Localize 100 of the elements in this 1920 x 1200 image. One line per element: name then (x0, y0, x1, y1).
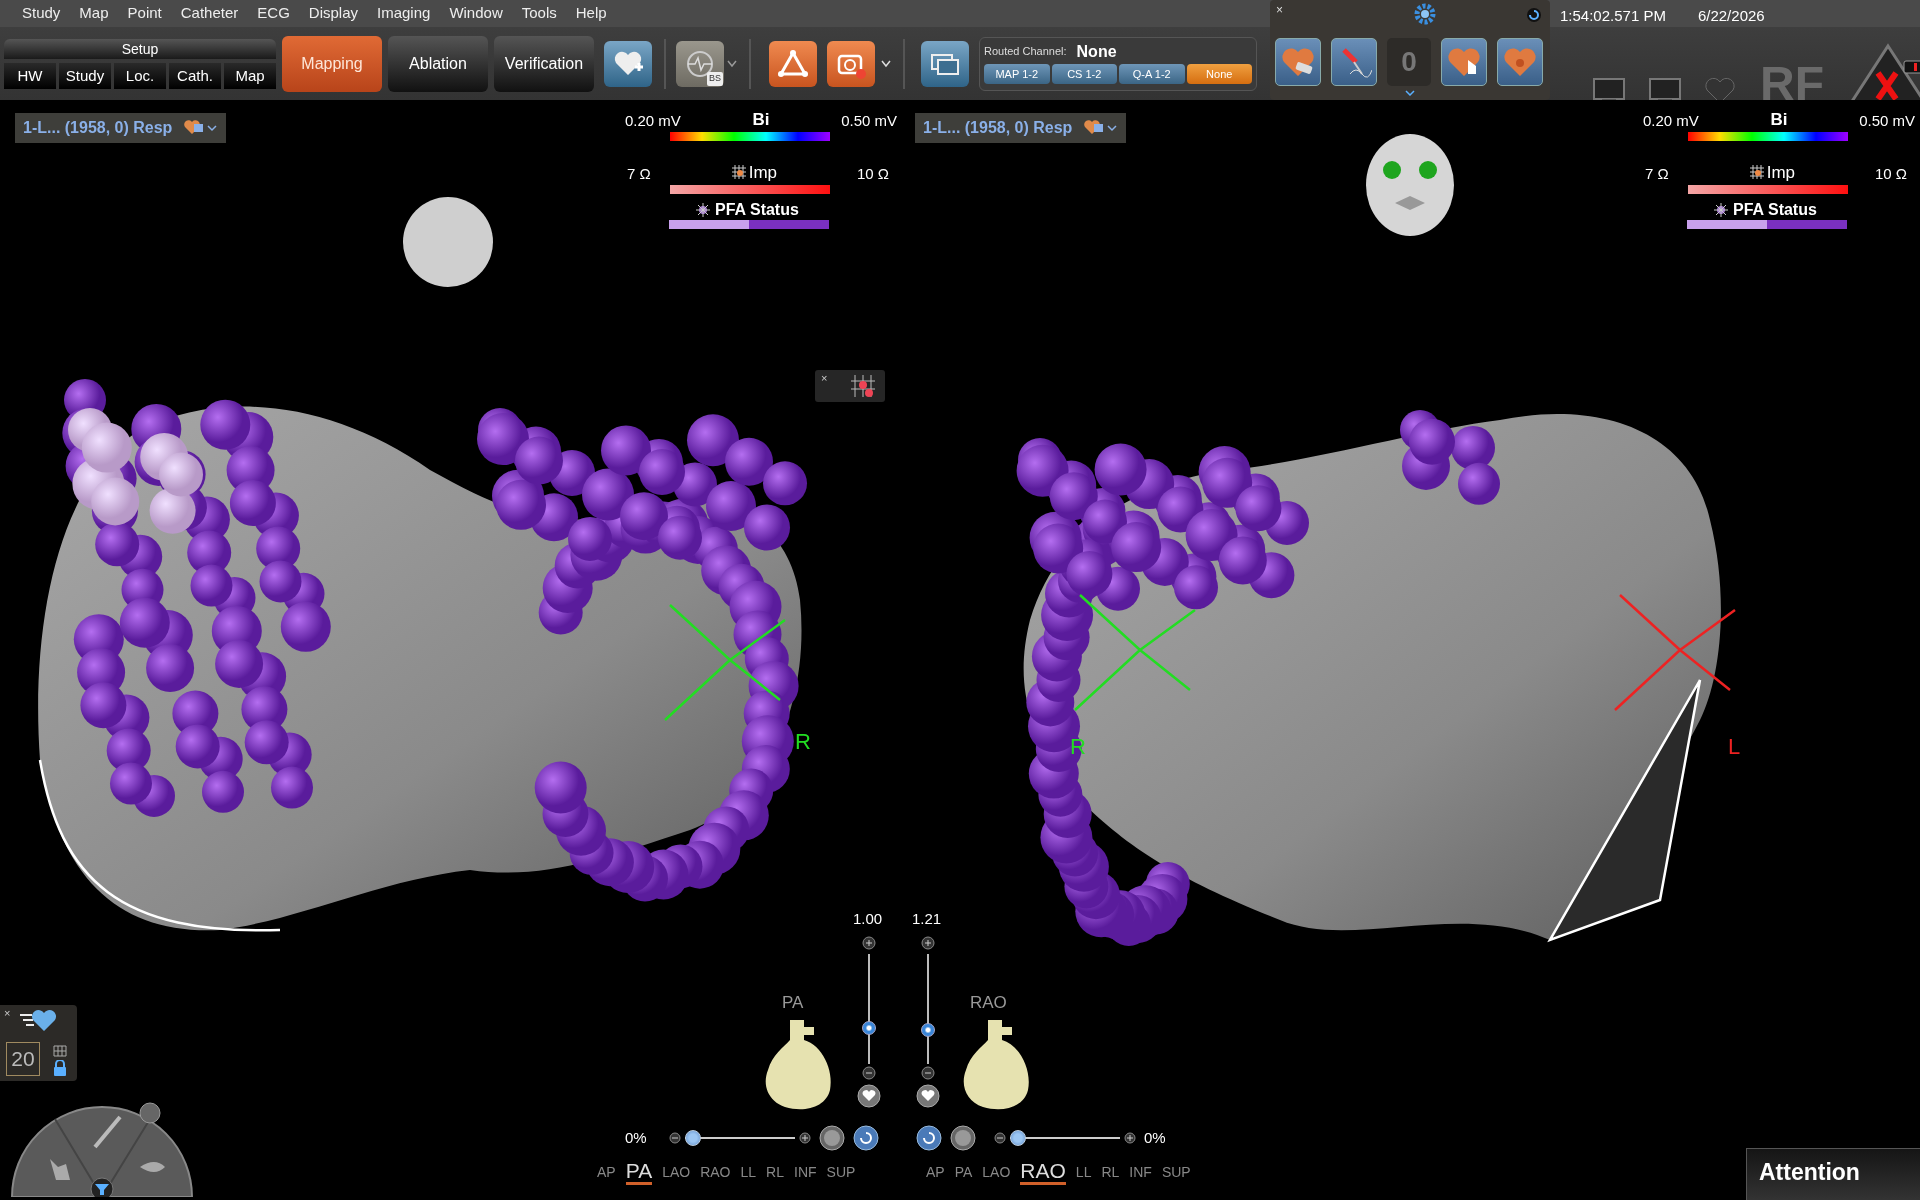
rotate-heart-button[interactable] (853, 1125, 879, 1151)
plus-icon[interactable] (1124, 1132, 1136, 1144)
zoom-out-icon[interactable] (862, 1066, 876, 1080)
close-button[interactable]: × (1276, 1, 1283, 19)
menu-item[interactable]: ECG (257, 2, 290, 25)
heart-button[interactable] (1497, 38, 1543, 86)
zoom-slider-thumb[interactable] (921, 1023, 935, 1038)
close-button[interactable]: × (821, 370, 828, 387)
setup-tab[interactable]: Setup (4, 38, 276, 59)
view-orientation-button[interactable]: LL (740, 1162, 757, 1185)
view-orientation-button[interactable]: INF (1129, 1162, 1152, 1185)
workflow-tab[interactable]: Verification (494, 35, 594, 92)
caret-icon (727, 59, 737, 68)
transparency-value: 0% (1144, 1127, 1167, 1148)
view-orientation-button[interactable]: SUP (1161, 1162, 1191, 1185)
view-orientation-button[interactable]: SUP (826, 1162, 856, 1185)
zoom-slider-thumb[interactable] (862, 1021, 876, 1036)
sphere-button[interactable] (950, 1125, 976, 1151)
view-orientation-button[interactable]: AP (926, 1162, 945, 1185)
menu-item[interactable]: Study (22, 2, 61, 25)
map-selector[interactable]: 1-L... (1958, 0) Resp (15, 113, 227, 143)
impedance-grid-icon (730, 164, 747, 181)
close-button[interactable]: × (4, 1005, 11, 1022)
frame-count-field[interactable]: 20 (6, 1042, 40, 1076)
bs-button[interactable]: BS (676, 40, 724, 87)
channel-button[interactable]: MAP 1-2 (984, 63, 1050, 84)
sphere-button[interactable] (819, 1125, 845, 1151)
transparency-value: 0% (625, 1127, 648, 1148)
zoom-in-icon[interactable] (921, 936, 935, 950)
lock-icon (53, 1060, 67, 1076)
rotate-heart-button[interactable] (916, 1125, 942, 1151)
heart-lines-icon (18, 1007, 58, 1033)
heart-view-button[interactable] (916, 1084, 940, 1108)
workflow-tab[interactable]: Ablation (388, 35, 488, 92)
attention-panel: Attention (1746, 1148, 1920, 1200)
zoom-value: 1.21 (912, 909, 942, 929)
zoom-slider[interactable] (862, 954, 876, 1064)
setup-tab[interactable]: Cath. (169, 62, 221, 89)
add-heart-button[interactable] (604, 40, 652, 87)
legend-max: 10 Ω (856, 163, 889, 184)
view-orientation-button[interactable]: PA (625, 1160, 653, 1185)
view-orientation-button[interactable]: RAO (1020, 1160, 1066, 1185)
menu-item[interactable]: Window (449, 2, 503, 25)
channel-button[interactable]: Q-A 1-2 (1119, 63, 1185, 84)
menu-item[interactable]: Imaging (377, 2, 431, 25)
legend-title: Bi (752, 108, 770, 131)
zoom-in-icon[interactable] (862, 936, 876, 950)
menu-item[interactable]: Catheter (180, 2, 239, 25)
plus-icon[interactable] (799, 1132, 811, 1144)
menu-item[interactable]: Map (79, 2, 109, 25)
transparency-slider-thumb[interactable] (1010, 1130, 1026, 1146)
transparency-slider[interactable] (1010, 1130, 1120, 1146)
minus-icon[interactable] (669, 1132, 681, 1144)
legend-min: 0.20 mV (1643, 110, 1699, 131)
setup-tab[interactable]: Study (59, 62, 111, 89)
map-selector[interactable]: 1-L... (1958, 0) Resp (915, 113, 1127, 143)
menu-item[interactable]: Help (575, 2, 607, 25)
map-selector-label: 1-L... (1958, 0) Resp (23, 118, 173, 138)
view-orientation-button[interactable]: LAO (982, 1162, 1011, 1185)
menu-item[interactable]: Tools (521, 2, 557, 25)
camera-button[interactable] (827, 40, 875, 87)
legend-title: Bi (1770, 108, 1788, 131)
pfa-status-icon (695, 202, 711, 218)
workflow-tab[interactable]: Mapping (282, 35, 382, 92)
view-orientation-button[interactable]: RL (1101, 1162, 1120, 1185)
transparency-slider[interactable] (685, 1130, 795, 1146)
menu-item[interactable]: Point (127, 2, 162, 25)
heart-view-button[interactable] (857, 1084, 881, 1108)
legend-min: 7 Ω (627, 163, 651, 184)
heart-eraser-button[interactable] (1275, 38, 1321, 86)
routed-channel-value: None (1076, 41, 1117, 62)
legend-title: Imp (748, 161, 777, 184)
zoom-slider[interactable] (921, 954, 935, 1064)
view-orientation-button[interactable]: INF (794, 1162, 817, 1185)
grid-icon (53, 1045, 67, 1057)
menu-item[interactable]: Display (308, 2, 358, 25)
zoom-out-icon[interactable] (921, 1066, 935, 1080)
setup-tab[interactable]: HW (4, 62, 56, 89)
triangle-map-button[interactable] (769, 40, 817, 87)
gear-icon (1412, 1, 1438, 27)
transparency-slider-thumb[interactable] (685, 1130, 701, 1146)
view-orientation-button[interactable]: AP (597, 1162, 616, 1185)
clock-date: 6/22/2026 (1697, 6, 1765, 26)
minus-icon[interactable] (994, 1132, 1006, 1144)
view-orientation-button[interactable]: LL (1075, 1162, 1092, 1185)
view-orientation-button[interactable]: PA (954, 1162, 973, 1185)
bs-label: BS (707, 72, 723, 86)
channel-button[interactable]: CS 1-2 (1051, 63, 1117, 84)
setup-tab[interactable]: Map (224, 62, 276, 89)
caret-icon (881, 59, 891, 68)
view-orientation-button[interactable]: RL (766, 1162, 784, 1185)
caret-icon (1405, 90, 1415, 96)
view-orientation-button[interactable]: LAO (662, 1162, 691, 1185)
screens-button[interactable] (921, 40, 969, 87)
zoom-value: 1.00 (853, 909, 883, 929)
setup-tab[interactable]: Loc. (114, 62, 166, 89)
orientation-label: RAO (970, 992, 1007, 1014)
heart-pointer-button[interactable] (1441, 38, 1487, 86)
legend-title: Imp (1766, 161, 1795, 184)
view-orientation-button[interactable]: RAO (700, 1162, 731, 1185)
